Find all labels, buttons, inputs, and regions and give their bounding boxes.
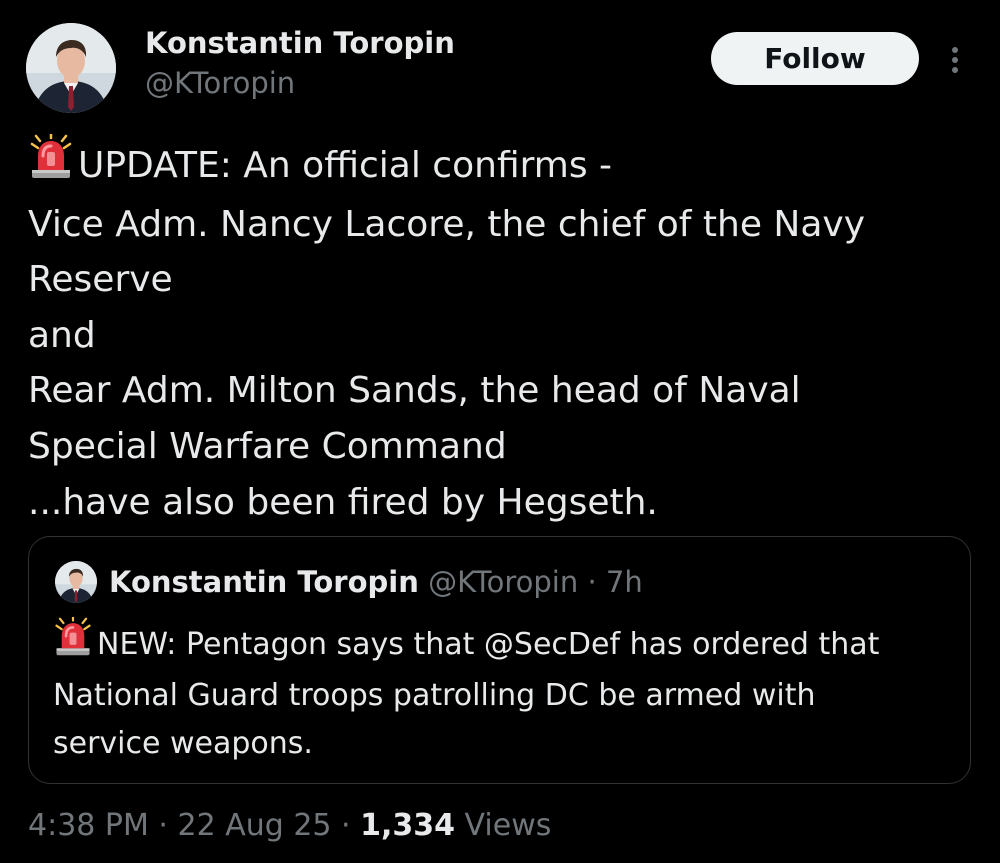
tweet-line: Special Warfare Command	[28, 425, 507, 467]
tweet-meta: 4:38 PM · 22 Aug 25 · 1,334 Views	[28, 802, 551, 850]
tweet-date[interactable]: 22 Aug 25	[178, 808, 332, 843]
tweet-line-text: UPDATE: An official confirms -	[78, 144, 613, 186]
tweet-time[interactable]: 4:38 PM	[28, 808, 149, 843]
more-vertical-icon[interactable]	[940, 40, 970, 80]
quoted-author-avatar[interactable]	[55, 561, 97, 603]
police-siren-icon	[28, 132, 74, 197]
tweet-line: and	[28, 314, 96, 356]
author-info: Konstantin Toropin @KToropin	[145, 25, 455, 101]
tweet-line: Vice Adm. Nancy Lacore, the chief of the…	[28, 203, 866, 245]
author-display-name[interactable]: Konstantin Toropin	[145, 25, 455, 61]
views-label[interactable]: Views	[455, 808, 552, 843]
follow-button[interactable]: Follow	[711, 32, 919, 85]
tweet-line: Reserve	[28, 259, 173, 301]
tweet-line: UPDATE: An official confirms -	[28, 132, 978, 197]
quoted-separator: ·	[578, 565, 606, 599]
quoted-tweet-line: service weapons.	[53, 726, 313, 761]
meta-separator: ·	[148, 808, 178, 843]
quoted-tweet-text: NEW: Pentagon says that @SecDef has orde…	[53, 615, 953, 768]
quoted-author-display-name[interactable]: Konstantin Toropin	[109, 565, 419, 599]
tweet-line: ...have also been fired by Hegseth.	[28, 481, 658, 523]
tweet-header: Konstantin Toropin @KToropin Follow	[0, 0, 1000, 140]
quoted-tweet-line: NEW: Pentagon says that @SecDef has orde…	[53, 615, 953, 672]
meta-separator: ·	[331, 808, 361, 843]
quoted-tweet-line-text: NEW: Pentagon says that @SecDef has orde…	[97, 626, 880, 662]
author-handle[interactable]: @KToropin	[145, 65, 455, 101]
quoted-tweet-header: Konstantin Toropin @KToropin · 7h	[109, 561, 643, 603]
tweet-text: UPDATE: An official confirms - Vice Adm.…	[28, 132, 978, 530]
quoted-author-handle[interactable]: @KToropin	[428, 565, 578, 599]
police-siren-icon	[53, 615, 93, 672]
author-avatar[interactable]	[26, 23, 116, 113]
quoted-tweet-time[interactable]: 7h	[606, 565, 643, 599]
tweet-line: Rear Adm. Milton Sands, the head of Nava…	[28, 370, 801, 412]
views-count[interactable]: 1,334	[360, 808, 455, 843]
quoted-tweet-line: National Guard troops patrolling DC be a…	[53, 678, 816, 713]
quoted-tweet-card[interactable]: Konstantin Toropin @KToropin · 7h NEW: P…	[28, 536, 971, 784]
